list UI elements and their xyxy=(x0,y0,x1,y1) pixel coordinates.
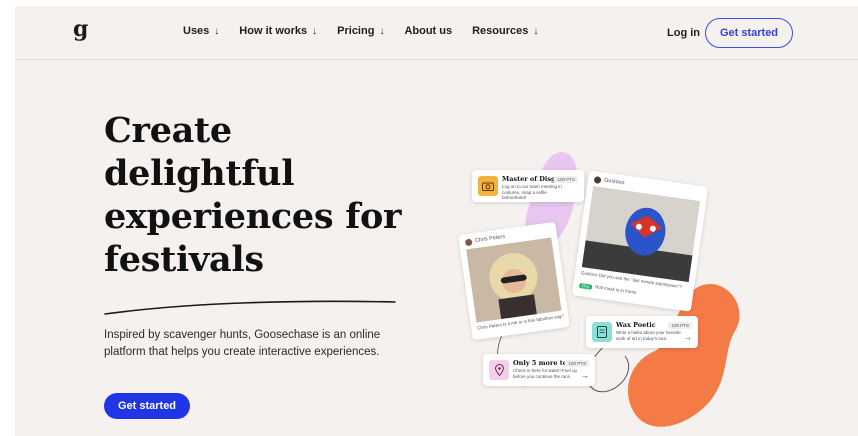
headline-line: Create xyxy=(104,110,232,151)
nav-how-it-works-label: How it works xyxy=(239,25,308,37)
avatar xyxy=(464,238,473,247)
arrow-right-icon: → xyxy=(684,333,692,342)
nav-uses[interactable]: Uses ↓ xyxy=(183,25,219,37)
login-link[interactable]: Log in xyxy=(667,27,700,39)
chevron-down-icon: ↓ xyxy=(379,25,385,37)
hero-illustration: Chris Peters Chris Peters Is it me or is… xyxy=(455,136,765,436)
arrow-right-icon: → xyxy=(581,371,589,380)
underline-swoosh xyxy=(104,300,396,315)
location-pin-icon xyxy=(489,360,509,380)
nav-resources-label: Resources xyxy=(472,25,529,37)
mission-title: Wax Poetic xyxy=(616,321,656,329)
nav-links: Uses ↓ How it works ↓ Pricing ↓ About us Re… xyxy=(183,25,538,37)
nav-resources[interactable]: Resources ↓ xyxy=(472,25,538,37)
headline-line: festivals xyxy=(104,239,264,280)
headline-line: experiences for xyxy=(104,196,402,237)
mask-photo xyxy=(581,185,701,283)
photo-card-wig[interactable]: Chris Peters Chris Peters Is it me or is… xyxy=(458,221,570,341)
chevron-down-icon: ↓ xyxy=(214,25,220,37)
top-nav: g Uses ↓ How it works ↓ Pricing ↓ About us … xyxy=(15,6,858,60)
mission-desc: Check in here for water! Fuel up before … xyxy=(513,368,578,379)
chevron-down-icon: ↓ xyxy=(533,25,539,37)
badge: Pro xyxy=(578,282,593,290)
nav-how-it-works[interactable]: How it works ↓ xyxy=(239,25,317,37)
avatar xyxy=(593,176,602,184)
mission-card-wax-poetic[interactable]: Wax Poetic 100 PTS Write a haiku about y… xyxy=(586,316,698,348)
mission-points: 100 PTS xyxy=(554,176,578,183)
mission-points: 100 PTS xyxy=(668,322,692,329)
nav-pricing[interactable]: Pricing ↓ xyxy=(337,25,384,37)
photo-card-mask[interactable]: Gustavo Gustavo Did you see the "last mi… xyxy=(571,170,709,312)
nav-about-us-label: About us xyxy=(404,25,453,37)
nav-pricing-label: Pricing xyxy=(337,25,375,37)
hero-headline: Create delightful experiences for festiv… xyxy=(104,109,464,281)
mission-card-checkin[interactable]: Only 5 more to go! 100 PTS Check in here… xyxy=(483,354,595,386)
document-icon xyxy=(592,322,612,342)
mission-desc: Log on to our team meeting in costume, s… xyxy=(502,184,562,200)
photo-card-note: Roll mask is in frame xyxy=(594,284,637,296)
photo-card-name: Chris Peters xyxy=(474,234,506,245)
chevron-down-icon: ↓ xyxy=(312,25,318,37)
mission-desc: Write a haiku about your favorite work o… xyxy=(616,330,681,341)
page: g Uses ↓ How it works ↓ Pricing ↓ About us … xyxy=(15,6,858,436)
nav-uses-label: Uses xyxy=(183,25,210,37)
nav-get-started-button[interactable]: Get started xyxy=(705,18,793,48)
goosechase-logo[interactable]: g xyxy=(73,18,88,40)
hero-subtitle: Inspired by scavenger hunts, Goosechase … xyxy=(104,329,381,358)
wig-photo xyxy=(466,237,562,323)
camera-icon xyxy=(478,176,498,196)
mission-card-disguise[interactable]: Master of Disguise 100 PTS Log on to our… xyxy=(472,170,584,202)
photo-card-name: Gustavo xyxy=(603,177,625,187)
headline-line: delightful xyxy=(104,153,295,194)
nav-about-us[interactable]: About us xyxy=(404,25,452,37)
mission-points: 100 PTS xyxy=(565,360,589,367)
hero-get-started-button[interactable]: Get started xyxy=(104,393,190,419)
